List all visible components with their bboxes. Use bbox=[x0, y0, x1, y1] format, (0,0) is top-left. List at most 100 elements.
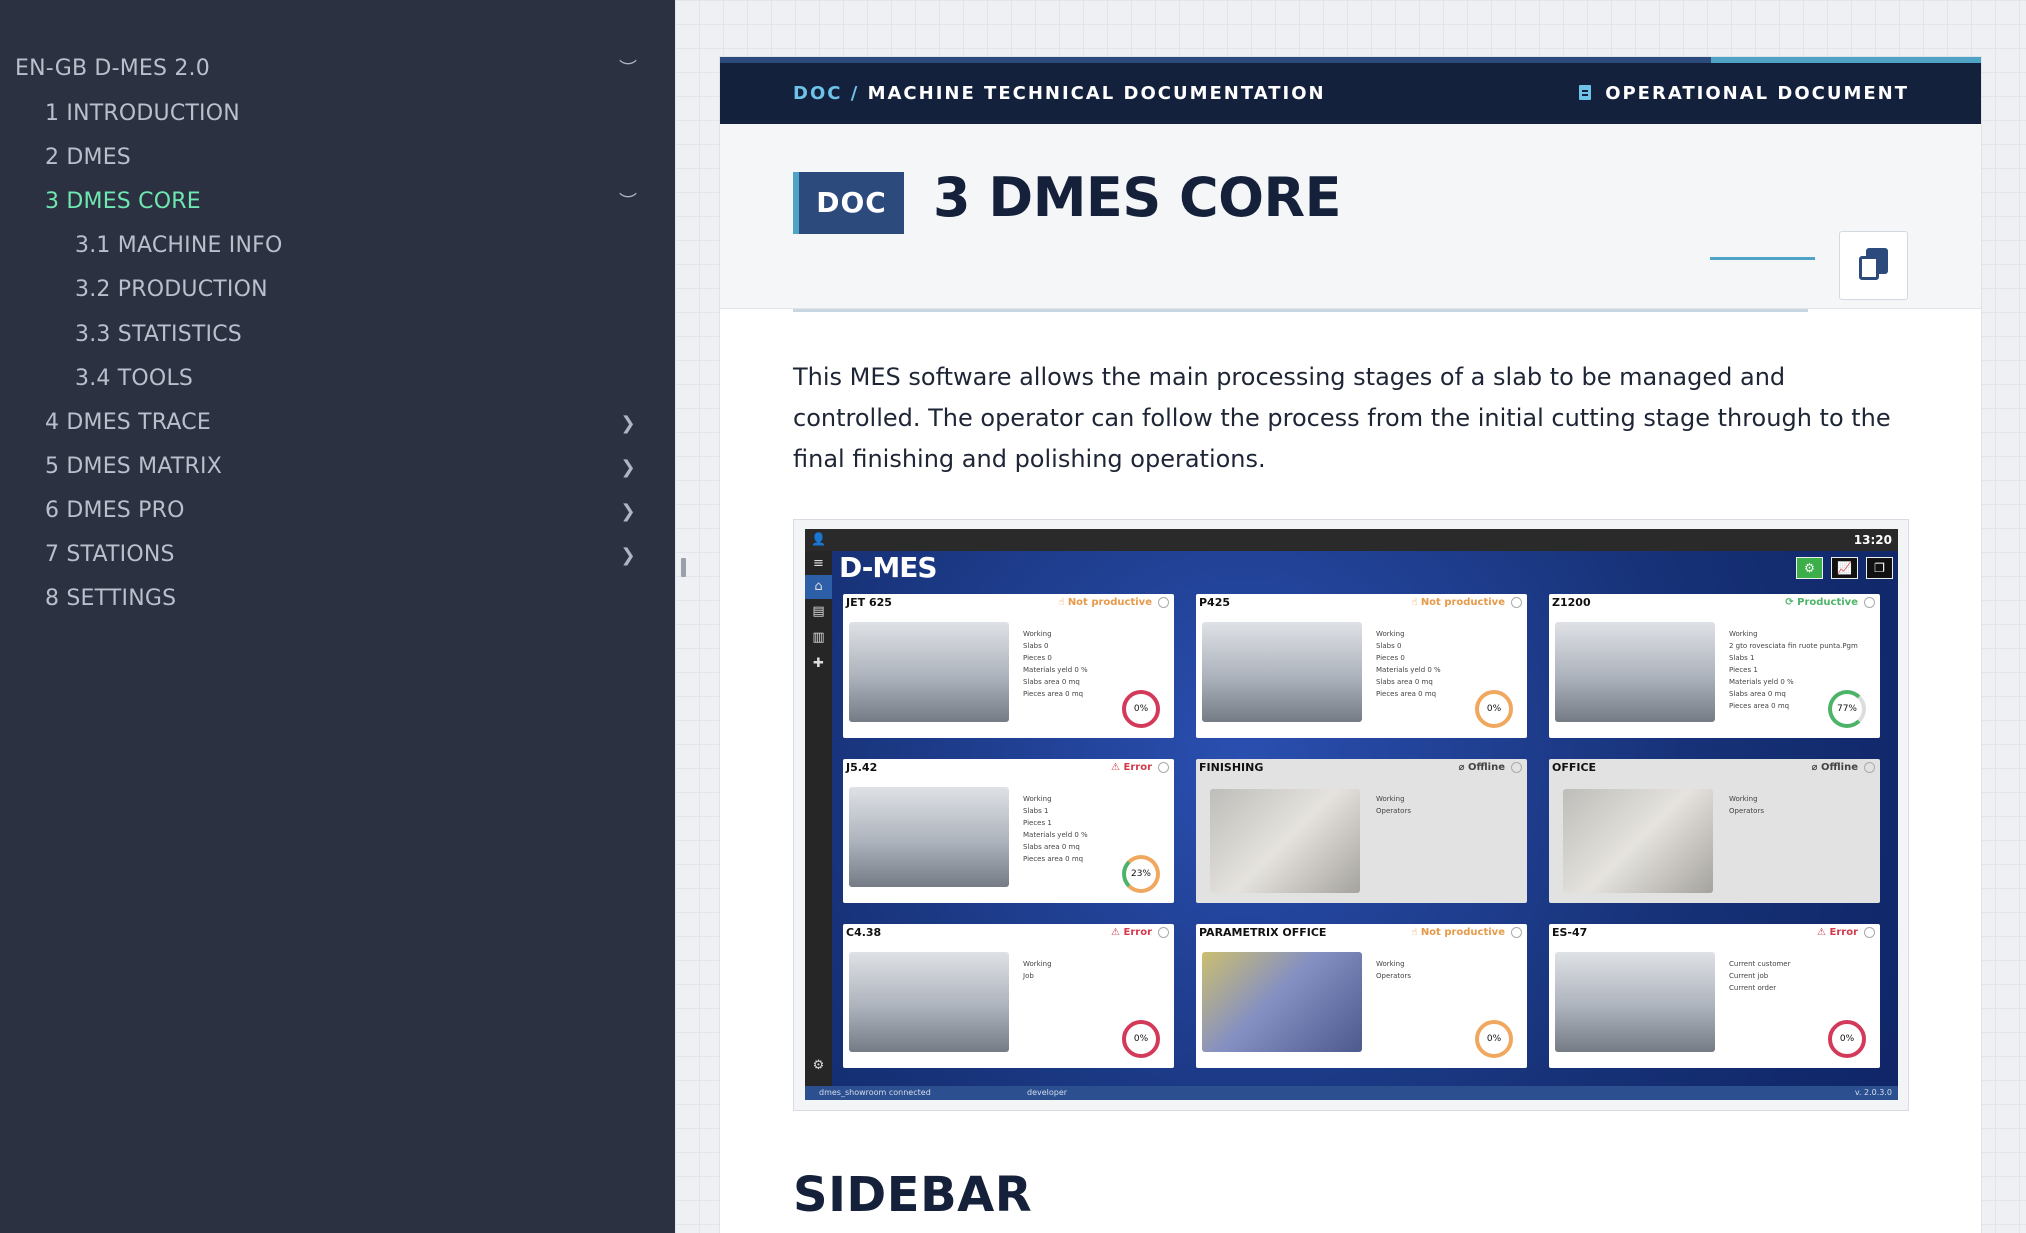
sidebar-item-dmes-pro[interactable]: 6 DMES PRO bbox=[45, 498, 185, 523]
tile-stats: Working Operators bbox=[1376, 958, 1486, 982]
chevron-right-icon[interactable]: ❯ bbox=[616, 500, 640, 524]
tile-stats: Working Operators bbox=[1376, 793, 1486, 817]
machine-tile: JET 625 ☝ Not productive Working Slabs 0… bbox=[843, 594, 1174, 738]
sidebar-root[interactable]: EN-GB D-MES 2.0 bbox=[15, 56, 210, 81]
tile-status: ⌀ Offline bbox=[1458, 762, 1505, 773]
tile-stat: Working bbox=[1376, 795, 1405, 803]
tile-stats: Working Job bbox=[1023, 958, 1133, 982]
machine-tile: FINISHING ⌀ Offline Working Operators bbox=[1196, 759, 1527, 903]
sidebar-resize-handle[interactable] bbox=[681, 558, 686, 577]
machine-image bbox=[1202, 622, 1362, 722]
tile-stat: Pieces 1 bbox=[1023, 819, 1052, 827]
title-divider bbox=[793, 309, 1808, 312]
sidebar-item-tools[interactable]: 3.4 TOOLS bbox=[75, 366, 193, 391]
tile-stats: Current customer Current job Current ord… bbox=[1729, 958, 1839, 994]
tile-stat: Materials yeld 0 % bbox=[1023, 831, 1088, 839]
tile-name: Z1200 bbox=[1552, 596, 1591, 609]
sidebar-item-introduction[interactable]: 1 INTRODUCTION bbox=[45, 101, 240, 126]
tile-stat: Working bbox=[1729, 795, 1758, 803]
parametrix-screen-image bbox=[1202, 952, 1362, 1052]
document-type-label: OPERATIONAL DOCUMENT bbox=[1579, 83, 1909, 104]
sidebar-item-stations[interactable]: 7 STATIONS bbox=[45, 542, 175, 567]
tile-name: JET 625 bbox=[846, 596, 892, 609]
screenshot-settings-button: ⚙ bbox=[1796, 557, 1823, 579]
tile-name: PARAMETRIX OFFICE bbox=[1199, 926, 1327, 939]
tile-stat: Pieces area 0 mq bbox=[1023, 690, 1084, 698]
sidebar: EN-GB D-MES 2.0 ︶ 1 INTRODUCTION 2 DMES … bbox=[0, 0, 675, 1233]
chevron-right-icon[interactable]: ❯ bbox=[616, 456, 640, 480]
tile-stat: Slabs area 0 mq bbox=[1376, 678, 1433, 686]
tile-stat: Working bbox=[1023, 960, 1052, 968]
breadcrumb-root[interactable]: DOC bbox=[793, 83, 842, 104]
chevron-right-icon[interactable]: ❯ bbox=[616, 412, 640, 436]
tile-name: OFFICE bbox=[1552, 761, 1597, 774]
tile-stat: Working bbox=[1376, 630, 1405, 638]
info-icon bbox=[1864, 927, 1875, 938]
sidebar-item-dmes-trace[interactable]: 4 DMES TRACE bbox=[45, 410, 211, 435]
tile-status: ☝ Not productive bbox=[1411, 597, 1505, 608]
tile-name: FINISHING bbox=[1199, 761, 1264, 774]
tile-status: ⚠ Error bbox=[1111, 927, 1152, 938]
header-accent bbox=[1711, 57, 1981, 63]
tile-stats: Working Slabs 0 Pieces 0 Materials yeld … bbox=[1023, 628, 1133, 700]
productive-refresh-icon: ⟳ bbox=[1785, 597, 1798, 608]
screenshot-topbar: 👤 13:20 bbox=[805, 529, 1898, 551]
machine-image bbox=[1555, 622, 1715, 722]
tile-stat: Working bbox=[1023, 630, 1052, 638]
offline-wifi-icon: ⌀ bbox=[1811, 762, 1821, 773]
tile-status: ⌀ Offline bbox=[1811, 762, 1858, 773]
tile-stat: Pieces 1 bbox=[1729, 666, 1758, 674]
sidebar-item-dmes-core[interactable]: 3 DMES CORE bbox=[45, 189, 201, 214]
tile-name: C4.38 bbox=[846, 926, 882, 939]
tile-stats: Working Operators bbox=[1729, 793, 1839, 817]
screenshot-sidebar: ≡ ⌂ ▤ ▥ ✚ ⚙ bbox=[805, 551, 832, 1086]
chevron-down-icon[interactable]: ︶ bbox=[616, 191, 640, 215]
tile-status-text: Not productive bbox=[1420, 597, 1505, 608]
tile-stat: Pieces 0 bbox=[1023, 654, 1052, 662]
machine-image bbox=[849, 787, 1009, 887]
machine-tile: PARAMETRIX OFFICE ☝ Not productive Worki… bbox=[1196, 924, 1527, 1068]
sidebar-item-machine-info[interactable]: 3.1 MACHINE INFO bbox=[75, 233, 282, 258]
tile-stat: Current customer bbox=[1729, 960, 1791, 968]
tile-stat: Slabs 0 bbox=[1023, 642, 1049, 650]
tile-stat: Slabs area 0 mq bbox=[1023, 843, 1080, 851]
info-icon bbox=[1511, 927, 1522, 938]
page-title: 3 DMES CORE bbox=[933, 166, 1342, 229]
machine-image bbox=[849, 952, 1009, 1052]
tile-status: ⚠ Error bbox=[1111, 762, 1152, 773]
sidebar-item-statistics[interactable]: 3.3 STATISTICS bbox=[75, 322, 242, 347]
chevron-right-icon[interactable]: ❯ bbox=[616, 544, 640, 568]
efficiency-gauge: 77% bbox=[1828, 690, 1866, 728]
tile-status-text: Error bbox=[1123, 927, 1153, 938]
tile-stat: Current order bbox=[1729, 984, 1777, 992]
machine-image bbox=[849, 622, 1009, 722]
tile-status: ☝ Not productive bbox=[1411, 927, 1505, 938]
sidebar-item-dmes-matrix[interactable]: 5 DMES MATRIX bbox=[45, 454, 222, 479]
tile-status-text: Not productive bbox=[1067, 597, 1152, 608]
efficiency-gauge: 0% bbox=[1122, 1020, 1160, 1058]
connection-status: dmes_showroom connected bbox=[819, 1088, 931, 1097]
error-warning-icon: ⚠ bbox=[1111, 927, 1124, 938]
breadcrumb-current: MACHINE TECHNICAL DOCUMENTATION bbox=[867, 83, 1326, 104]
document-type-text: OPERATIONAL DOCUMENT bbox=[1605, 83, 1909, 104]
chevron-down-icon[interactable]: ︶ bbox=[616, 58, 640, 82]
stats-icon: ▥ bbox=[812, 630, 825, 645]
machine-tile: ES-47 ⚠ Error Current customer Current j… bbox=[1549, 924, 1880, 1068]
tile-stat: Pieces area 0 mq bbox=[1023, 855, 1084, 863]
breadcrumb-separator: / bbox=[850, 83, 860, 104]
tile-status-text: Error bbox=[1123, 762, 1153, 773]
tile-stat: Working bbox=[1023, 795, 1052, 803]
info-icon bbox=[1158, 762, 1169, 773]
efficiency-gauge: 0% bbox=[1475, 1020, 1513, 1058]
copy-button[interactable] bbox=[1839, 231, 1908, 300]
tile-status: ☝ Not productive bbox=[1058, 597, 1152, 608]
sidebar-item-dmes[interactable]: 2 DMES bbox=[45, 145, 131, 170]
office-photo bbox=[1563, 789, 1713, 893]
tile-status: ⚠ Error bbox=[1817, 927, 1858, 938]
sidebar-item-production[interactable]: 3.2 PRODUCTION bbox=[75, 277, 268, 302]
sidebar-item-settings[interactable]: 8 SETTINGS bbox=[45, 586, 176, 611]
tile-stat: Materials yeld 0 % bbox=[1376, 666, 1441, 674]
efficiency-gauge: 0% bbox=[1828, 1020, 1866, 1058]
tile-stat: Materials yeld 0 % bbox=[1729, 678, 1794, 686]
user-settings-icon: 👤 bbox=[811, 532, 826, 546]
